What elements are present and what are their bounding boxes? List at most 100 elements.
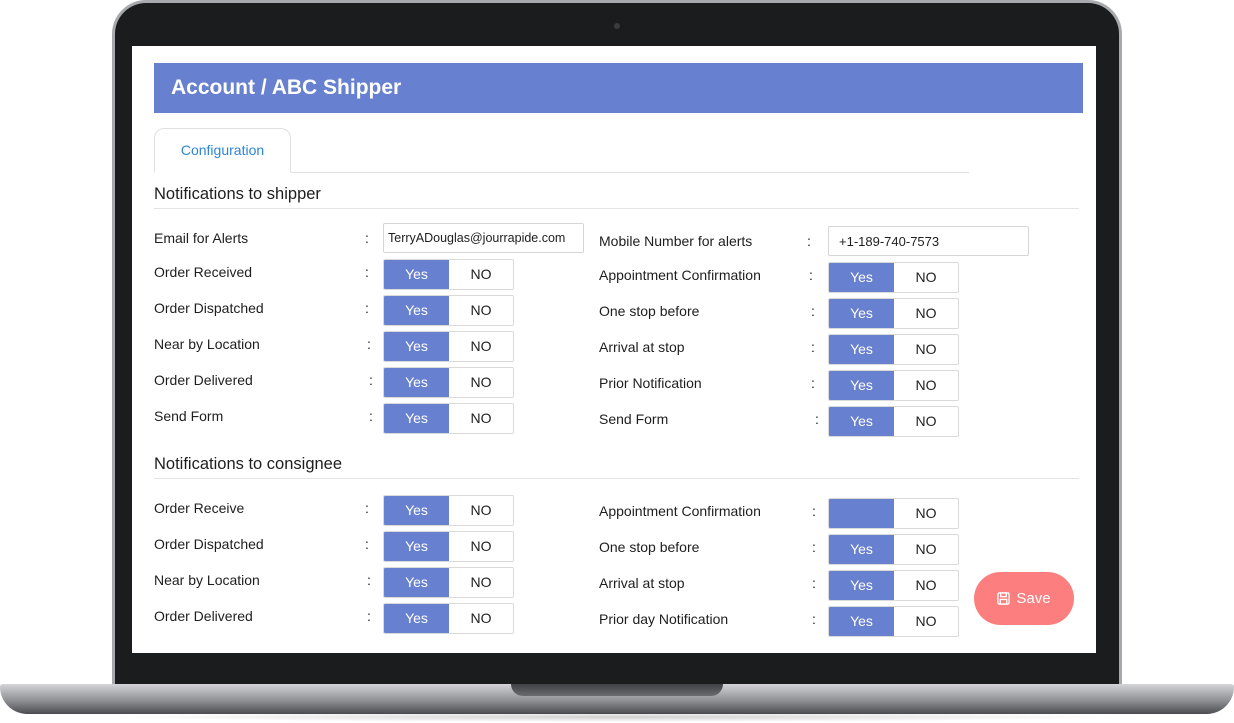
no-option[interactable]: NO [894, 499, 958, 528]
shipper-left-yes-no-toggle[interactable]: Yes NO [383, 403, 514, 434]
shipper-left-yes-no-toggle[interactable]: Yes NO [383, 331, 514, 362]
consignee-right-yes-no-toggle[interactable]: Yes NO [828, 534, 959, 565]
mobile-alerts-input[interactable] [828, 226, 1029, 256]
yes-option[interactable]: Yes [829, 535, 894, 564]
consignee-left-label: Near by Location [154, 572, 260, 588]
shipper-right-yes-no-toggle[interactable]: Yes NO [828, 334, 959, 365]
no-option[interactable]: NO [449, 568, 513, 597]
no-option[interactable]: NO [894, 607, 958, 636]
tab-configuration[interactable]: Configuration [154, 128, 291, 173]
no-option[interactable]: NO [449, 332, 513, 361]
colon: : [812, 575, 816, 591]
yes-option[interactable]: Yes [829, 607, 894, 636]
consignee-left-yes-no-toggle[interactable]: Yes NO [383, 567, 514, 598]
yes-option[interactable]: Yes [829, 571, 894, 600]
colon: : [809, 267, 813, 283]
consignee-right-label: Arrival at stop [599, 575, 685, 591]
shipper-left-yes-no-toggle[interactable]: Yes NO [383, 259, 514, 290]
colon: : [811, 303, 815, 319]
consignee-right-yes-no-toggle[interactable]: Yes NO [828, 570, 959, 601]
no-option[interactable]: NO [894, 571, 958, 600]
consignee-left-yes-no-toggle[interactable]: Yes NO [383, 531, 514, 562]
colon: : [812, 503, 816, 519]
yes-option[interactable]: Yes [829, 299, 894, 328]
shipper-right-label: Arrival at stop [599, 339, 685, 355]
laptop-shadow [110, 712, 1124, 722]
colon: : [367, 608, 371, 624]
no-option[interactable]: NO [449, 604, 513, 633]
consignee-left-label: Order Receive [154, 500, 245, 516]
yes-option[interactable]: Yes [829, 335, 894, 364]
consignee-right-yes-no-toggle[interactable]: NO [828, 498, 959, 529]
yes-option[interactable]: Yes [384, 604, 449, 633]
shipper-right-yes-no-toggle[interactable]: Yes NO [828, 370, 959, 401]
webcam [614, 23, 620, 29]
shipper-right-yes-no-toggle[interactable]: Yes NO [828, 298, 959, 329]
no-option[interactable]: NO [894, 407, 958, 436]
no-option[interactable]: NO [449, 496, 513, 525]
yes-option[interactable]: Yes [384, 532, 449, 561]
colon: : [807, 233, 811, 249]
no-option[interactable]: NO [894, 299, 958, 328]
no-option[interactable]: NO [894, 371, 958, 400]
consignee-left-label: Order Dispatched [154, 536, 264, 552]
shipper-left-yes-no-toggle[interactable]: Yes NO [383, 295, 514, 326]
colon: : [365, 536, 369, 552]
shipper-left-label: Order Delivered [154, 372, 253, 388]
no-option[interactable]: NO [894, 263, 958, 292]
colon: : [365, 264, 369, 280]
yes-option[interactable]: Yes [829, 407, 894, 436]
email-alerts-input[interactable] [383, 223, 584, 253]
no-option[interactable]: NO [449, 404, 513, 433]
colon: : [365, 230, 369, 246]
shipper-left-label: Order Dispatched [154, 300, 264, 316]
consignee-left-label: Order Delivered [154, 608, 253, 624]
yes-option[interactable]: Yes [384, 404, 449, 433]
shipper-right-label: Appointment Confirmation [599, 267, 761, 283]
yes-option[interactable]: Yes [384, 568, 449, 597]
consignee-left-yes-no-toggle[interactable]: Yes NO [383, 603, 514, 634]
page-title: Account / ABC Shipper [154, 63, 1083, 113]
shipper-right-yes-no-toggle[interactable]: Yes NO [828, 262, 959, 293]
colon: : [367, 572, 371, 588]
colon: : [815, 411, 819, 427]
yes-option[interactable]: Yes [384, 368, 449, 397]
no-option[interactable]: NO [894, 335, 958, 364]
no-option[interactable]: NO [449, 532, 513, 561]
colon: : [365, 500, 369, 516]
consignee-section-title: Notifications to consignee [154, 455, 343, 473]
colon: : [811, 339, 815, 355]
laptop-hinge-notch [511, 684, 723, 696]
consignee-left-yes-no-toggle[interactable]: Yes NO [383, 495, 514, 526]
consignee-right-label: Appointment Confirmation [599, 503, 761, 519]
shipper-left-yes-no-toggle[interactable]: Yes NO [383, 367, 514, 398]
consignee-right-yes-no-toggle[interactable]: Yes NO [828, 606, 959, 637]
save-button[interactable]: Save [974, 572, 1074, 625]
yes-option[interactable] [829, 499, 894, 528]
colon: : [369, 408, 373, 424]
no-option[interactable]: NO [449, 368, 513, 397]
yes-option[interactable]: Yes [829, 263, 894, 292]
colon: : [369, 372, 373, 388]
no-option[interactable]: NO [449, 296, 513, 325]
yes-option[interactable]: Yes [384, 332, 449, 361]
shipper-left-label: Send Form [154, 408, 224, 424]
consignee-right-label: One stop before [599, 539, 700, 555]
consignee-section-divider [154, 478, 1079, 479]
save-button-label: Save [1016, 590, 1051, 607]
yes-option[interactable]: Yes [829, 371, 894, 400]
shipper-section-title: Notifications to shipper [154, 185, 321, 203]
no-option[interactable]: NO [894, 535, 958, 564]
yes-option[interactable]: Yes [384, 296, 449, 325]
shipper-right-yes-no-toggle[interactable]: Yes NO [828, 406, 959, 437]
colon: : [367, 336, 371, 352]
floppy-disk-icon [997, 592, 1011, 605]
shipper-section-divider [154, 208, 1079, 209]
colon: : [365, 300, 369, 316]
no-option[interactable]: NO [449, 260, 513, 289]
yes-option[interactable]: Yes [384, 260, 449, 289]
yes-option[interactable]: Yes [384, 496, 449, 525]
colon: : [811, 375, 815, 391]
shipper-left-label: Near by Location [154, 336, 260, 352]
shipper-right-label: One stop before [599, 303, 700, 319]
